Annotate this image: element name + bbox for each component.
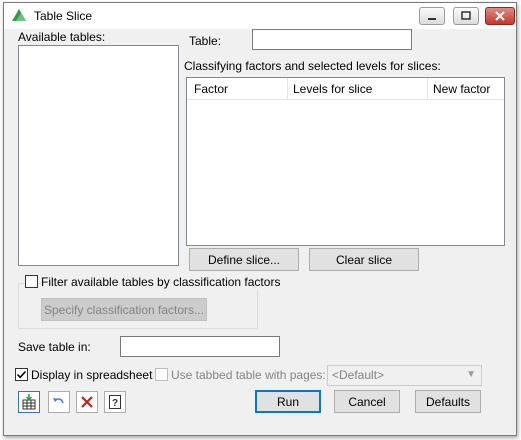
help-button[interactable]: ? xyxy=(104,391,126,413)
tabbed-table-label: Use tabbed table with pages: xyxy=(171,368,326,382)
pages-select-value: <Default> xyxy=(332,368,385,382)
display-spreadsheet-checkbox[interactable] xyxy=(15,368,28,381)
available-tables-list[interactable] xyxy=(18,45,179,266)
chevron-down-icon: ▼ xyxy=(466,369,476,380)
column-header-levels[interactable]: Levels for slice xyxy=(293,82,372,96)
column-header-new-factor[interactable]: New factor xyxy=(433,82,490,96)
column-divider[interactable] xyxy=(427,78,428,100)
window-title: Table Slice xyxy=(34,9,93,23)
specify-classification-factors-button[interactable]: Specify classification factors... xyxy=(41,298,207,321)
pages-select[interactable]: <Default> ▼ xyxy=(327,365,482,386)
defaults-button[interactable]: Defaults xyxy=(415,390,481,413)
maximize-button[interactable] xyxy=(453,7,479,25)
table-field[interactable] xyxy=(252,29,412,50)
maximize-icon xyxy=(461,11,471,20)
table-label: Table: xyxy=(189,34,222,48)
slices-grid[interactable]: Factor Levels for slice New factor xyxy=(186,77,505,246)
save-to-spreadsheet-button[interactable] xyxy=(18,391,40,413)
help-icon: ? xyxy=(109,395,121,409)
save-table-label: Save table in: xyxy=(18,340,91,354)
table-slice-dialog: Table Slice Available tables: Table: Cla… xyxy=(3,2,517,436)
minimize-icon xyxy=(428,18,436,20)
slices-label: Classifying factors and selected levels … xyxy=(184,59,441,73)
filter-tables-checkbox[interactable] xyxy=(25,275,38,288)
delete-icon xyxy=(81,396,93,408)
svg-text:?: ? xyxy=(112,398,118,409)
close-button[interactable] xyxy=(485,7,515,25)
tabbed-table-checkbox[interactable] xyxy=(155,368,168,381)
save-to-spreadsheet-icon xyxy=(22,394,36,410)
save-table-field[interactable] xyxy=(120,336,280,357)
title-bar[interactable]: Table Slice xyxy=(4,3,516,29)
checkmark-icon xyxy=(16,370,27,379)
undo-button[interactable] xyxy=(48,391,70,413)
run-button[interactable]: Run xyxy=(255,390,321,413)
column-header-factor[interactable]: Factor xyxy=(194,82,228,96)
display-spreadsheet-label: Display in spreadsheet xyxy=(31,368,153,382)
filter-tables-label: Filter available tables by classificatio… xyxy=(41,275,283,289)
slices-grid-header: Factor Levels for slice New factor xyxy=(187,78,504,100)
delete-button[interactable] xyxy=(76,391,98,413)
cancel-button[interactable]: Cancel xyxy=(334,390,400,413)
column-divider[interactable] xyxy=(287,78,288,100)
define-slice-button[interactable]: Define slice... xyxy=(189,248,299,271)
undo-icon xyxy=(53,398,64,404)
app-logo-icon xyxy=(12,9,26,21)
minimize-button[interactable] xyxy=(419,7,445,25)
close-icon xyxy=(495,11,505,21)
clear-slice-button[interactable]: Clear slice xyxy=(309,248,419,271)
available-tables-label: Available tables: xyxy=(18,30,106,44)
